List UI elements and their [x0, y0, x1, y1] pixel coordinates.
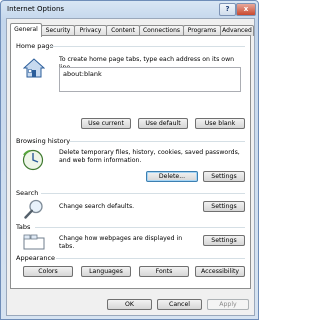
general-tab-panel: Home page To create home page tabs, type… — [10, 35, 251, 289]
window-title: Internet Options — [7, 5, 65, 13]
history-settings-button[interactable]: Settings — [203, 171, 245, 182]
apply-button[interactable]: Apply — [207, 299, 249, 310]
magnifier-icon — [24, 199, 43, 219]
tabs-divider — [35, 227, 245, 228]
languages-button[interactable]: Languages — [81, 266, 131, 277]
tabs-description: Change how webpages are displayed in tab… — [59, 235, 183, 250]
use-default-button[interactable]: Use default — [138, 118, 188, 129]
home-page-heading: Home page — [16, 42, 54, 50]
internet-options-window: Internet Options ? x General Security Pr… — [0, 0, 259, 320]
colors-button[interactable]: Colors — [23, 266, 73, 277]
browsing-history-divider — [70, 141, 245, 142]
house-icon — [23, 58, 45, 78]
title-bar[interactable]: Internet Options ? x — [1, 1, 258, 17]
history-clock-icon — [22, 149, 44, 171]
search-settings-button[interactable]: Settings — [203, 201, 245, 212]
use-current-button[interactable]: Use current — [81, 118, 131, 129]
home-page-address-textarea[interactable]: about:blank — [59, 67, 241, 92]
tabs-heading: Tabs — [16, 223, 31, 231]
tab-general[interactable]: General — [10, 23, 42, 37]
search-heading: Search — [16, 189, 39, 197]
cancel-button[interactable]: Cancel — [157, 299, 202, 310]
browsing-history-heading: Browsing history — [16, 137, 71, 145]
ok-button[interactable]: OK — [107, 299, 152, 310]
search-divider — [41, 193, 245, 194]
use-blank-button[interactable]: Use blank — [195, 118, 245, 129]
close-button[interactable]: x — [236, 3, 256, 16]
help-button[interactable]: ? — [219, 3, 236, 16]
appearance-heading: Appearance — [16, 254, 56, 262]
appearance-divider — [56, 258, 245, 259]
browsing-history-description: Delete temporary files, history, cookies… — [59, 149, 240, 164]
dialog-client-area: General Security Privacy Content Connect… — [6, 18, 255, 316]
home-page-address-value: about:blank — [63, 70, 102, 78]
delete-history-button[interactable]: Delete... — [146, 171, 198, 182]
search-description: Change search defaults. — [59, 203, 135, 210]
home-page-divider — [49, 46, 245, 47]
fonts-button[interactable]: Fonts — [139, 266, 189, 277]
accessibility-button[interactable]: Accessibility — [195, 266, 245, 277]
tabs-icon — [23, 234, 45, 250]
tabs-settings-button[interactable]: Settings — [203, 235, 245, 246]
